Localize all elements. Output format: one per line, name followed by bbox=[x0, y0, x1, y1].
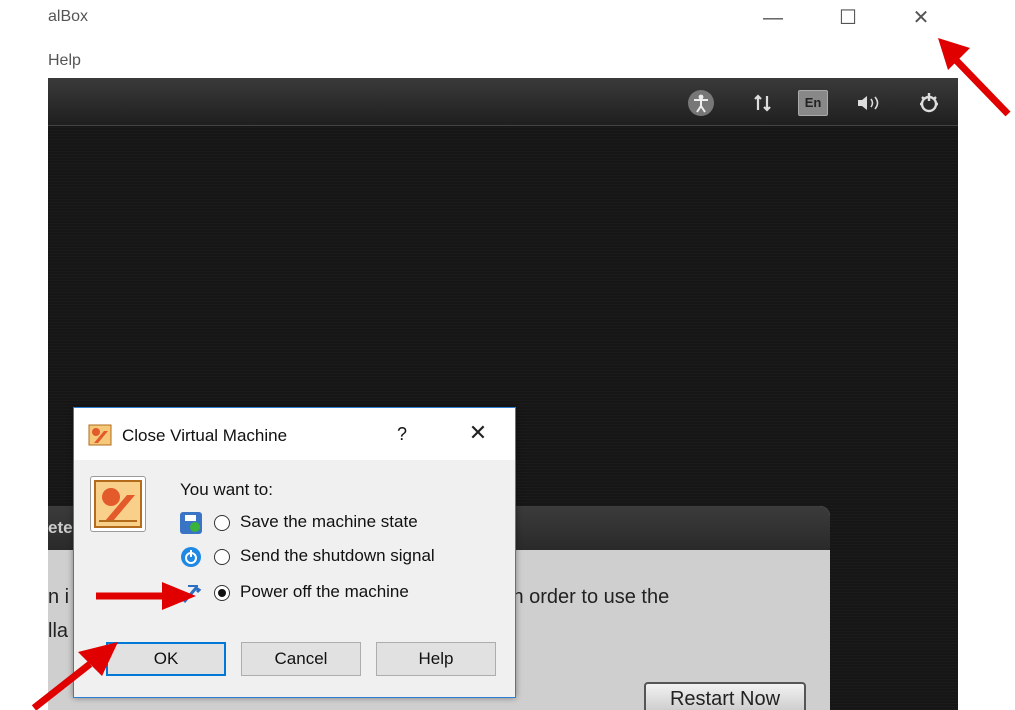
volume-icon[interactable] bbox=[854, 90, 884, 116]
dialog-title: Close Virtual Machine bbox=[122, 426, 288, 445]
host-title-bar: alBox — ☐ ✕ bbox=[0, 0, 1015, 40]
radio-save-state[interactable] bbox=[214, 515, 230, 531]
installer-text-left: n i bbox=[48, 586, 70, 608]
dialog-help-button[interactable]: ? bbox=[392, 424, 412, 445]
close-vm-icon bbox=[90, 476, 146, 532]
dialog-prompt: You want to: bbox=[180, 480, 273, 499]
network-icon[interactable] bbox=[750, 90, 776, 116]
cancel-button[interactable]: Cancel bbox=[241, 642, 361, 676]
restart-now-button[interactable]: Restart Now bbox=[644, 682, 806, 710]
guest-taskbar: En bbox=[48, 78, 958, 126]
ok-button[interactable]: OK bbox=[106, 642, 226, 676]
virtualbox-icon bbox=[88, 424, 112, 446]
annotation-arrow-poweroff bbox=[96, 582, 196, 610]
option-power-off[interactable]: Power off the machine bbox=[180, 580, 510, 606]
minimize-button[interactable]: — bbox=[758, 4, 788, 32]
shutdown-signal-icon bbox=[180, 546, 202, 568]
annotation-arrow-ok bbox=[31, 642, 118, 710]
radio-shutdown-signal[interactable] bbox=[214, 549, 230, 565]
menu-help[interactable]: Help bbox=[48, 52, 81, 70]
option-label: Send the shutdown signal bbox=[240, 546, 435, 565]
language-indicator[interactable]: En bbox=[798, 90, 828, 116]
option-label: Power off the machine bbox=[240, 582, 409, 601]
help-button[interactable]: Help bbox=[376, 642, 496, 676]
accessibility-icon[interactable] bbox=[688, 90, 714, 116]
dialog-close-button[interactable]: ✕ bbox=[466, 420, 490, 446]
menu-bar: Help bbox=[0, 40, 1015, 78]
installer-heading: ete bbox=[48, 518, 73, 537]
app-title: alBox bbox=[48, 8, 89, 25]
annotation-arrow-close bbox=[938, 38, 1011, 117]
option-label: Save the machine state bbox=[240, 512, 418, 531]
radio-power-off[interactable] bbox=[214, 585, 230, 601]
close-window-button[interactable]: ✕ bbox=[906, 4, 936, 32]
option-save-state[interactable]: Save the machine state bbox=[180, 510, 510, 536]
save-state-icon bbox=[180, 512, 202, 534]
option-shutdown-signal[interactable]: Send the shutdown signal bbox=[180, 544, 510, 570]
close-vm-dialog: Close Virtual Machine ? ✕ You want to: S… bbox=[73, 407, 516, 698]
dialog-title-bar: Close Virtual Machine ? ✕ bbox=[74, 408, 515, 460]
maximize-button[interactable]: ☐ bbox=[833, 4, 863, 32]
